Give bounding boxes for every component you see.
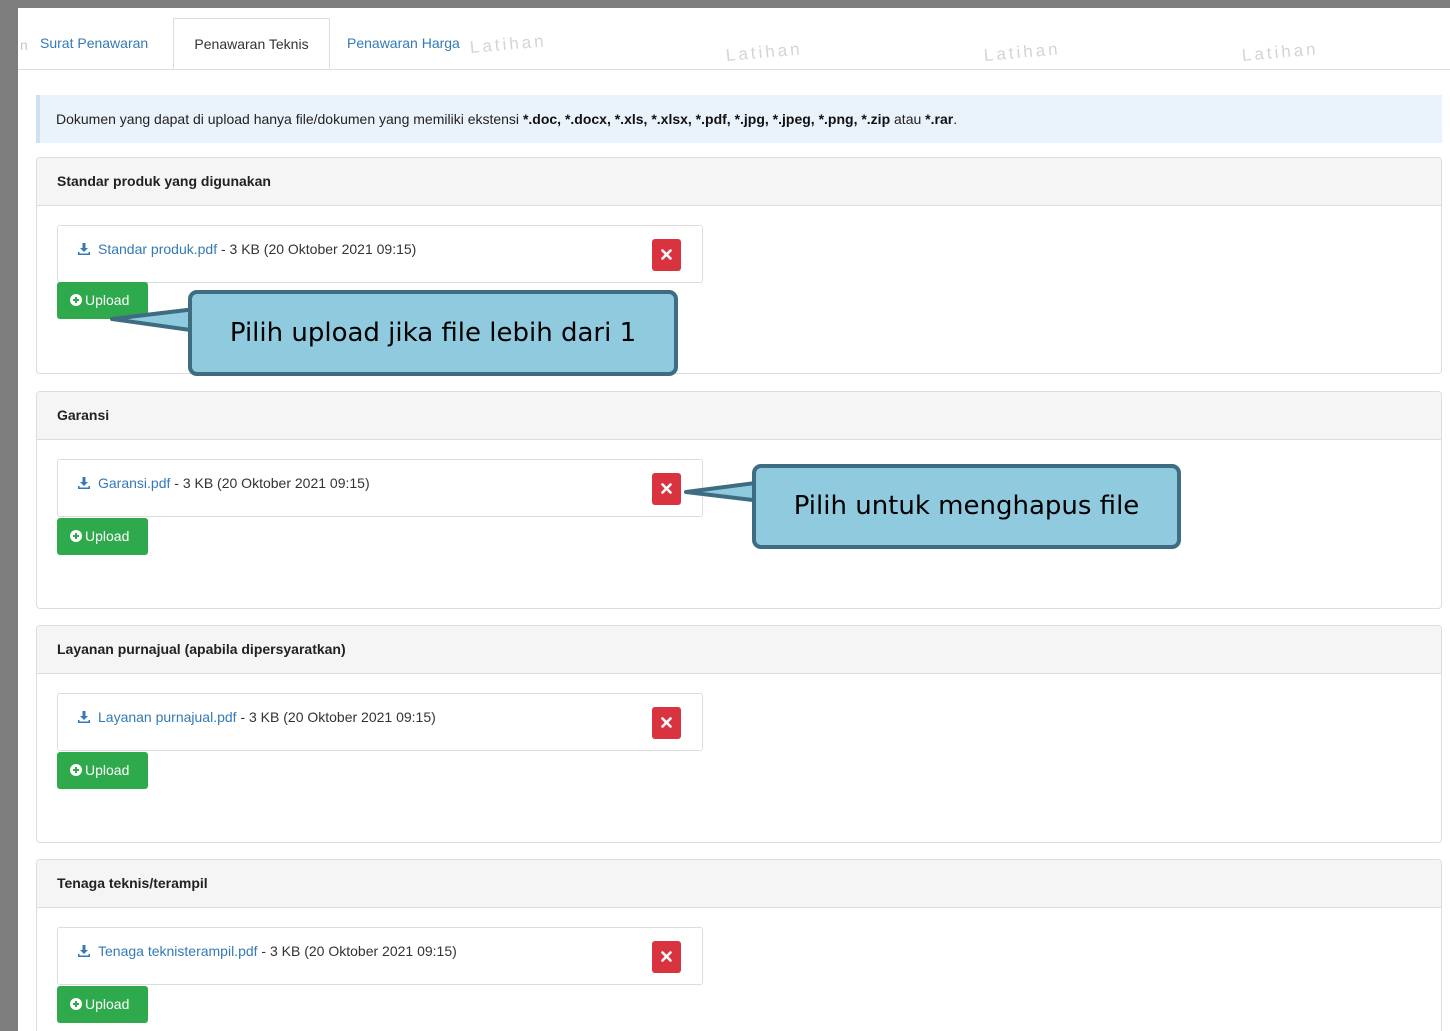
upload-label: Upload (85, 528, 130, 544)
panel-title: Garansi (37, 392, 1441, 440)
file-meta: - 3 KB (20 Oktober 2021 09:15) (217, 241, 417, 257)
close-icon (661, 483, 672, 494)
upload-button[interactable]: Upload (57, 986, 148, 1023)
file-name: Standar produk.pdf (98, 241, 218, 257)
close-icon (661, 249, 672, 260)
file-line: Standar produk.pdf - 3 KB (20 Oktober 20… (78, 241, 416, 257)
delete-file-button[interactable] (652, 941, 681, 973)
delete-file-button[interactable] (652, 239, 681, 271)
plus-circle-icon (70, 998, 82, 1010)
panel-layanan-purnajual: Layanan purnajual (apabila dipersyaratka… (36, 625, 1442, 843)
close-icon (661, 717, 672, 728)
delete-file-button[interactable] (652, 473, 681, 505)
file-download-link[interactable]: Layanan purnajual.pdf (78, 709, 237, 725)
file-line: Layanan purnajual.pdf - 3 KB (20 Oktober… (78, 709, 436, 725)
file-name: Garansi.pdf (98, 475, 171, 491)
file-name: Layanan purnajual.pdf (98, 709, 237, 725)
panel-tenaga-teknis: Tenaga teknis/terampil Tenaga teknistera… (36, 859, 1442, 1031)
file-meta: - 3 KB (20 Oktober 2021 09:15) (236, 709, 436, 725)
file-download-link[interactable]: Tenaga teknisterampil.pdf (78, 943, 258, 959)
alert-suffix: . (953, 111, 958, 127)
download-icon (78, 711, 90, 723)
panel-title: Tenaga teknis/terampil (37, 860, 1441, 908)
upload-button[interactable]: Upload (57, 518, 148, 555)
download-icon (78, 945, 90, 957)
download-icon (78, 243, 90, 255)
upload-button[interactable]: Upload (57, 752, 148, 789)
file-meta: - 3 KB (20 Oktober 2021 09:15) (257, 943, 457, 959)
delete-file-button[interactable] (652, 707, 681, 739)
alert-last-extension: *.rar (925, 111, 954, 127)
file-item: Garansi.pdf - 3 KB (20 Oktober 2021 09:1… (57, 459, 703, 517)
file-line: Garansi.pdf - 3 KB (20 Oktober 2021 09:1… (78, 475, 370, 491)
callout-delete-hint: Pilih untuk menghapus file (752, 464, 1181, 549)
alert-extensions: *.doc, *.docx, *.xls, *.xlsx, *.pdf, *.j… (522, 111, 891, 127)
download-icon (78, 477, 90, 489)
upload-label: Upload (85, 762, 130, 778)
file-meta: - 3 KB (20 Oktober 2021 09:15) (170, 475, 370, 491)
file-name: Tenaga teknisterampil.pdf (98, 943, 258, 959)
file-item: Standar produk.pdf - 3 KB (20 Oktober 20… (57, 225, 703, 283)
panel-title: Standar produk yang digunakan (37, 158, 1441, 206)
tab-penawaran-teknis[interactable]: Penawaran Teknis (173, 18, 330, 69)
file-item: Layanan purnajual.pdf - 3 KB (20 Oktober… (57, 693, 703, 751)
alert-prefix: Dokumen yang dapat di upload hanya file/… (56, 111, 523, 127)
file-item: Tenaga teknisterampil.pdf - 3 KB (20 Okt… (57, 927, 703, 985)
file-download-link[interactable]: Garansi.pdf (78, 475, 170, 491)
close-icon (661, 951, 672, 962)
tab-lead-fragment: n (20, 37, 28, 53)
tab-surat-penawaran[interactable]: Surat Penawaran (40, 18, 148, 68)
upload-info-alert: Dokumen yang dapat di upload hanya file/… (36, 95, 1442, 143)
panel-title: Layanan purnajual (apabila dipersyaratka… (37, 626, 1441, 674)
file-download-link[interactable]: Standar produk.pdf (78, 241, 217, 257)
tab-penawaran-harga[interactable]: Penawaran Harga (347, 18, 460, 68)
page: n Surat Penawaran Penawaran Teknis Penaw… (18, 8, 1450, 1031)
callout-upload-hint: Pilih upload jika file lebih dari 1 (188, 290, 678, 376)
plus-circle-icon (70, 764, 82, 776)
plus-circle-icon (70, 530, 82, 542)
plus-circle-icon (70, 294, 82, 306)
file-line: Tenaga teknisterampil.pdf - 3 KB (20 Okt… (78, 943, 457, 959)
alert-conjunction: atau (890, 111, 926, 127)
upload-label: Upload (85, 996, 130, 1012)
